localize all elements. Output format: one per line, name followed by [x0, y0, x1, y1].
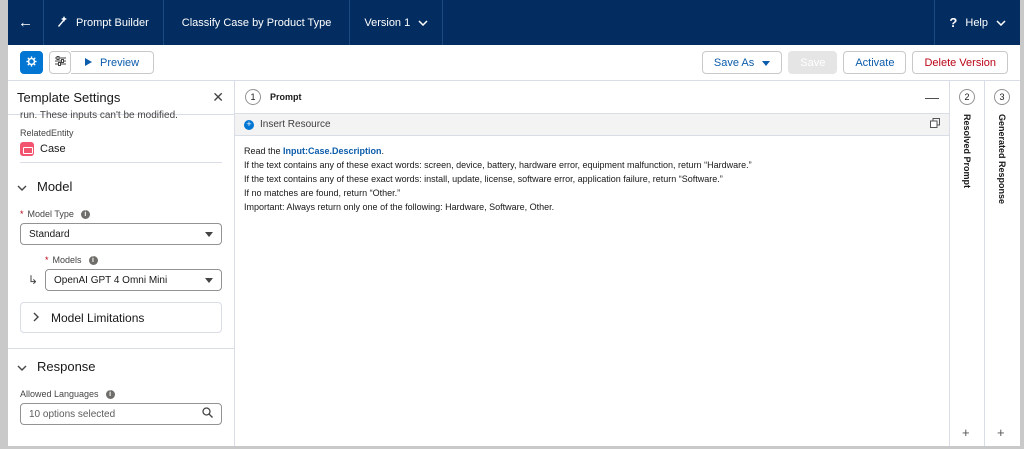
- app-window: ← Prompt Builder Classify Case by Produc…: [8, 0, 1020, 446]
- gear-icon: [26, 55, 37, 70]
- play-icon: [85, 57, 92, 69]
- collapse-icon[interactable]: —: [925, 89, 939, 105]
- resolved-prompt-title: Resolved Prompt: [962, 114, 972, 189]
- model-section-title: Model: [37, 179, 73, 194]
- sliders-icon: [54, 56, 66, 69]
- models-select[interactable]: OpenAI GPT 4 Omni Mini: [45, 269, 222, 291]
- expand-icon[interactable]: +: [962, 425, 970, 440]
- prompt-line: If the text contains any of these exact …: [244, 174, 723, 184]
- question-icon: ?: [949, 15, 958, 30]
- case-icon: [20, 142, 34, 156]
- prompt-editor[interactable]: Read the Input:Case.Description. If the …: [235, 136, 949, 222]
- preview-settings-button[interactable]: [49, 51, 71, 74]
- expand-icon[interactable]: +: [997, 425, 1005, 440]
- merge-field-token[interactable]: Input:Case.Description: [283, 146, 382, 156]
- back-arrow-icon: ←: [18, 14, 33, 31]
- generated-response-title: Generated Response: [997, 114, 1007, 205]
- builder-toolbar: Preview Save As Save Activate Delete Ver…: [8, 45, 1020, 81]
- chevron-down-icon: [996, 17, 1006, 29]
- save-as-button[interactable]: Save As: [701, 51, 783, 74]
- preview-label: Preview: [100, 56, 140, 69]
- step-number: 2: [959, 89, 975, 105]
- related-entity-value: Case: [20, 142, 222, 163]
- generated-response-pane[interactable]: 3 Generated Response +: [985, 81, 1020, 446]
- add-icon[interactable]: +: [244, 119, 254, 130]
- models-value: OpenAI GPT 4 Omni Mini: [54, 274, 168, 286]
- close-icon[interactable]: ✕: [212, 89, 224, 106]
- search-icon: [202, 407, 213, 421]
- activate-button[interactable]: Activate: [843, 51, 907, 74]
- save-as-label: Save As: [713, 56, 755, 69]
- prompt-line: Read the Input:Case.Description.: [244, 146, 385, 156]
- resolved-prompt-pane[interactable]: 2 Resolved Prompt +: [950, 81, 985, 446]
- help-label: Help: [965, 16, 988, 29]
- related-entity-text: Case: [40, 143, 66, 155]
- chevron-down-icon: [418, 17, 428, 29]
- preview-button[interactable]: Preview: [71, 51, 155, 74]
- subitem-arrow-icon: ↳: [28, 273, 39, 287]
- activate-label: Activate: [855, 56, 895, 69]
- model-limitations-label: Model Limitations: [51, 310, 145, 325]
- insert-resource-bar: + Insert Resource: [235, 114, 949, 136]
- panel-body: run. These inputs can't be modified. Rel…: [8, 110, 234, 163]
- prompt-pane-header: 1 Prompt —: [235, 81, 949, 114]
- chevron-right-icon: [33, 311, 39, 325]
- model-type-value: Standard: [29, 228, 70, 240]
- response-section-title: Response: [37, 359, 96, 374]
- model-type-label: * Model Type i: [20, 209, 222, 219]
- prompt-pane-title: Prompt: [270, 92, 302, 102]
- allowed-languages-value: 10 options selected: [29, 408, 116, 420]
- app-name: Prompt Builder: [76, 16, 149, 29]
- allowed-languages-label: Allowed Languages i: [20, 389, 222, 399]
- info-icon[interactable]: i: [80, 209, 90, 219]
- allowed-languages-combobox[interactable]: 10 options selected: [20, 403, 222, 425]
- copy-icon[interactable]: [930, 118, 940, 131]
- models-label-row: * Models i: [20, 255, 222, 265]
- inputs-note: run. These inputs can't be modified.: [20, 110, 178, 121]
- models-label: * Models i: [45, 255, 222, 265]
- model-section-body: * Model Type i Standard * Models i ↳ Ope…: [8, 209, 234, 333]
- global-header: ← Prompt Builder Classify Case by Produc…: [8, 0, 1020, 45]
- prompt-builder-icon: [56, 15, 68, 30]
- step-number: 1: [245, 89, 261, 105]
- model-type-select[interactable]: Standard: [20, 223, 222, 245]
- prompt-line: If no matches are found, return “Other.”: [244, 188, 401, 198]
- step-number: 3: [994, 89, 1010, 105]
- insert-resource-button[interactable]: Insert Resource: [260, 119, 331, 130]
- prompt-line: If the text contains any of these exact …: [244, 160, 752, 170]
- caret-down-icon: [205, 231, 213, 237]
- version-label: Version 1: [364, 16, 411, 29]
- save-button[interactable]: Save: [788, 51, 838, 74]
- chevron-down-icon: [17, 179, 27, 194]
- response-section-toggle[interactable]: Response: [8, 349, 234, 385]
- delete-version-button[interactable]: Delete Version: [912, 51, 1008, 74]
- version-dropdown[interactable]: Version 1: [350, 0, 444, 45]
- panel-title: Template Settings: [17, 90, 121, 105]
- caret-down-icon: [762, 57, 771, 69]
- info-icon[interactable]: i: [105, 389, 115, 399]
- caret-down-icon: [205, 277, 213, 283]
- help-menu[interactable]: ? Help: [934, 0, 1020, 45]
- template-settings-panel: Template Settings ✕ run. These inputs ca…: [8, 81, 235, 446]
- models-row: ↳ OpenAI GPT 4 Omni Mini: [20, 269, 222, 291]
- prompt-line: Important: Always return only one of the…: [244, 202, 555, 212]
- builder-workspace: Template Settings ✕ run. These inputs ca…: [8, 81, 1020, 446]
- back-button[interactable]: ←: [8, 0, 44, 45]
- info-icon[interactable]: i: [88, 255, 98, 265]
- template-title: Classify Case by Product Type: [164, 0, 351, 45]
- response-section-body: Allowed Languages i 10 options selected: [8, 389, 234, 425]
- delete-version-label: Delete Version: [924, 56, 996, 69]
- model-limitations-accordion[interactable]: Model Limitations: [20, 302, 222, 333]
- model-section-toggle[interactable]: Model: [8, 169, 234, 205]
- app-name-cell: Prompt Builder: [44, 0, 164, 45]
- prompt-pane: 1 Prompt — + Insert Resource Read the In…: [235, 81, 950, 446]
- template-title-text: Classify Case by Product Type: [181, 16, 332, 29]
- related-entity-label: RelatedEntity: [20, 128, 74, 138]
- chevron-down-icon: [17, 359, 27, 374]
- template-settings-button[interactable]: [20, 51, 43, 74]
- save-label: Save: [800, 56, 826, 69]
